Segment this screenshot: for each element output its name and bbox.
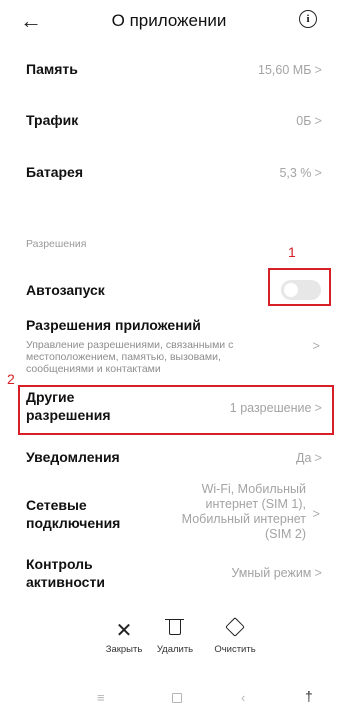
network-label-line1: Сетевые [26, 497, 87, 513]
notifications-row[interactable]: Уведомления Да > [0, 443, 338, 473]
activity-label-line1: Контроль [26, 556, 93, 572]
notifications-label: Уведомления [26, 449, 120, 465]
chevron-right-icon: > [314, 450, 322, 465]
notifications-value: Да [295, 451, 312, 465]
back-triangle-icon[interactable]: ‹ [241, 690, 245, 705]
system-nav-bar: ≡ ‹ † [0, 688, 338, 709]
network-value-line: интернет (SIM 1), [205, 497, 306, 511]
network-value-line: Мобильный интернет [181, 512, 306, 526]
network-value-line: (SIM 2) [265, 527, 306, 541]
autostart-toggle[interactable] [281, 280, 321, 300]
memory-row[interactable]: Память 15,60 МБ > [0, 55, 338, 85]
other-permissions-row[interactable]: Другие разрешения 1 разрешение > [0, 387, 338, 433]
battery-label: Батарея [26, 164, 83, 180]
battery-value: 5,3 % [279, 166, 312, 180]
chevron-right-icon: > [314, 113, 322, 128]
close-icon: ✕ [115, 620, 133, 642]
clear-button[interactable]: Очистить [200, 612, 270, 664]
activity-value: Умный режим [231, 566, 312, 580]
network-value-line: Wi-Fi, Мобильный [201, 482, 306, 496]
accessibility-icon[interactable]: † [305, 688, 313, 704]
other-permissions-value: 1 разрешение [229, 401, 312, 415]
annotation-mark-1: 1 [288, 244, 296, 260]
app-header: ← О приложении i [0, 0, 338, 42]
home-square-icon[interactable] [172, 693, 182, 703]
chevron-right-icon: > [314, 165, 322, 180]
battery-row[interactable]: Батарея 5,3 % > [0, 158, 338, 188]
traffic-row[interactable]: Трафик 0Б > [0, 106, 338, 136]
trash-icon [169, 620, 181, 635]
info-icon[interactable]: i [299, 10, 317, 28]
chevron-right-icon: > [314, 400, 322, 415]
app-permissions-description: Управление разрешениями, связанными с ме… [26, 339, 234, 375]
chevron-right-icon: > [314, 62, 322, 77]
page-title: О приложении [111, 11, 227, 30]
network-row[interactable]: Сетевые подключения Wi-Fi, Мобильный инт… [0, 480, 338, 550]
other-permissions-label-line1: Другие [26, 389, 75, 405]
memory-label: Память [26, 61, 78, 77]
traffic-label: Трафик [26, 112, 79, 128]
clear-label: Очистить [214, 644, 256, 655]
chevron-right-icon: > [312, 506, 320, 521]
annotation-mark-2: 2 [7, 371, 15, 387]
chevron-right-icon: > [312, 338, 320, 353]
autostart-label: Автозапуск [26, 282, 105, 298]
activity-label-line2: активности [26, 574, 105, 590]
network-value: Wi-Fi, Мобильный интернет (SIM 1), Мобил… [106, 482, 306, 542]
menu-icon[interactable]: ≡ [97, 690, 105, 705]
bottom-action-bar: ✕ Закрыть Удалить Очистить [0, 612, 338, 668]
toggle-knob [284, 283, 298, 297]
activity-row[interactable]: Контроль активности Умный режим > [0, 553, 338, 599]
eraser-icon [225, 617, 245, 637]
trash-lid [165, 619, 184, 620]
app-permissions-label: Разрешения приложений [26, 317, 201, 333]
memory-value: 15,60 МБ [258, 63, 312, 77]
traffic-value: 0Б [296, 114, 312, 128]
permissions-section-title: Разрешения [26, 238, 87, 250]
other-permissions-label-line2: разрешения [26, 407, 111, 423]
chevron-right-icon: > [314, 565, 322, 580]
